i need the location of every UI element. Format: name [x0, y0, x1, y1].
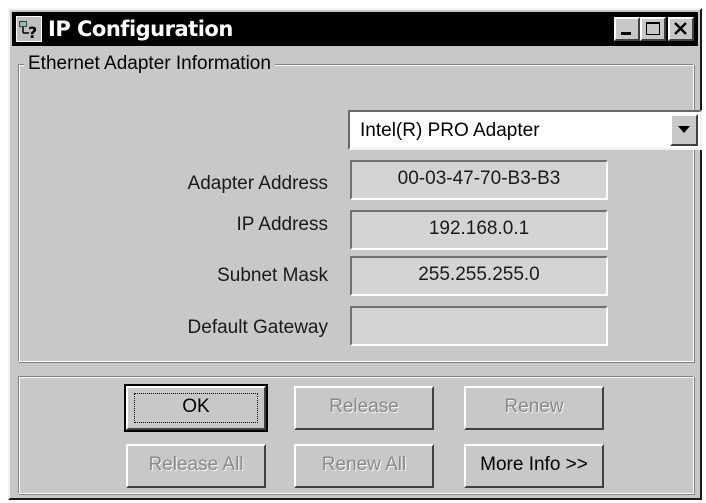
focus-rectangle: [134, 393, 258, 423]
adapter-select[interactable]: Intel(R) PRO Adapter: [348, 110, 702, 150]
renew-all-button-label: Renew All: [321, 454, 407, 475]
minimize-button[interactable]: [614, 17, 640, 41]
more-info-button-label: More Info >>: [480, 454, 588, 475]
subnet-mask-value: 255.255.255.0: [350, 256, 608, 296]
title-bar[interactable]: ? IP Configuration: [12, 12, 698, 46]
release-button-label: Release: [329, 396, 399, 417]
more-info-button[interactable]: More Info >>: [464, 444, 604, 488]
adapter-select-dropdown-button[interactable]: [670, 114, 698, 146]
chevron-down-icon: [678, 126, 690, 133]
release-all-button-label: Release All: [148, 454, 244, 475]
renew-button[interactable]: Renew: [464, 386, 604, 430]
ip-address-value: 192.168.0.1: [350, 210, 608, 250]
close-icon: [674, 22, 687, 35]
release-all-button[interactable]: Release All: [126, 444, 266, 488]
release-button[interactable]: Release: [294, 386, 434, 430]
maximize-button[interactable]: [640, 17, 666, 41]
svg-text:?: ?: [28, 23, 37, 41]
network-help-icon[interactable]: ?: [16, 16, 42, 42]
ip-address-label: IP Address: [236, 214, 328, 235]
ok-button[interactable]: OK: [124, 384, 268, 432]
adapter-address-label: Adapter Address: [187, 173, 328, 194]
ip-configuration-window: ? IP Configuration Ethernet Adapter Info…: [8, 8, 702, 500]
close-button[interactable]: [668, 17, 694, 41]
renew-button-label: Renew: [504, 396, 564, 417]
default-gateway-label: Default Gateway: [187, 317, 328, 338]
adapter-address-value: 00-03-47-70-B3-B3: [350, 160, 608, 200]
renew-all-button[interactable]: Renew All: [294, 444, 434, 488]
maximize-icon: [646, 22, 660, 35]
minimize-icon: [621, 32, 631, 35]
window-title: IP Configuration: [48, 17, 233, 41]
subnet-mask-label: Subnet Mask: [217, 265, 328, 286]
adapter-select-value: Intel(R) PRO Adapter: [360, 120, 540, 141]
default-gateway-value: [350, 306, 608, 346]
adapter-info-legend: Ethernet Adapter Information: [24, 52, 275, 76]
